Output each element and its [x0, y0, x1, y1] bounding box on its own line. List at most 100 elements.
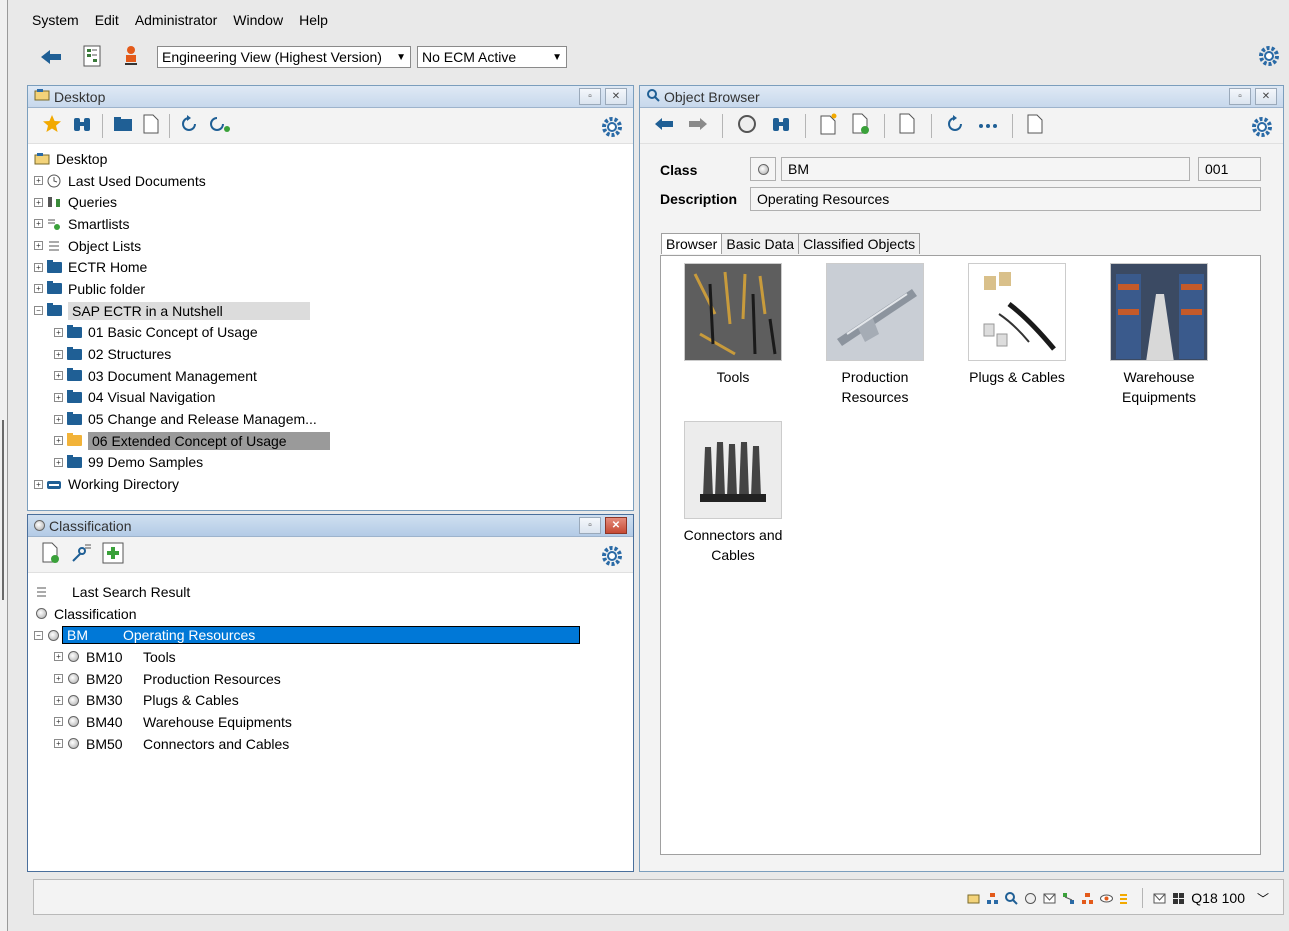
user-role-icon[interactable] — [122, 44, 140, 68]
expand-icon[interactable]: + — [54, 652, 63, 662]
expand-icon[interactable]: + — [34, 241, 43, 251]
expand-icon[interactable]: + — [54, 739, 63, 749]
class-child-item[interactable]: + BM20 Production Resources — [34, 668, 633, 690]
thumbnail-plugs-cables[interactable]: Plugs & Cables — [952, 263, 1082, 387]
settings-gear-icon[interactable] — [1257, 44, 1281, 68]
structure-icon[interactable] — [986, 892, 999, 905]
expand-icon[interactable]: + — [54, 371, 63, 381]
tree-item-last-used-documents[interactable]: + Last Used Documents — [34, 170, 633, 192]
thumbnail-warehouse-equipments[interactable]: Warehouse Equipments — [1094, 263, 1224, 407]
expand-icon[interactable]: + — [54, 717, 63, 727]
view-select[interactable]: Engineering View (Highest Version) ▼ — [157, 46, 411, 68]
refresh-icon[interactable] — [180, 115, 198, 136]
collapse-icon[interactable]: − — [34, 306, 43, 316]
binoculars-icon[interactable] — [771, 114, 791, 137]
panel-settings-gear-icon[interactable] — [601, 116, 623, 141]
forward-arrow-icon[interactable] — [688, 117, 708, 134]
network-icon[interactable] — [1062, 892, 1075, 905]
tree-item-public-folder[interactable]: + Public folder — [34, 278, 633, 300]
thumbnail-tools[interactable]: Tools — [668, 263, 798, 387]
expand-icon[interactable]: + — [34, 284, 43, 294]
expand-icon[interactable]: + — [54, 695, 63, 705]
mail-icon[interactable] — [1043, 892, 1056, 905]
add-document-icon[interactable] — [852, 113, 870, 138]
tree-item-queries[interactable]: + Queries — [34, 191, 633, 213]
more-options-icon[interactable] — [978, 118, 998, 134]
tree-item-working-directory[interactable]: + Working Directory — [34, 473, 633, 495]
menu-window[interactable]: Window — [231, 12, 285, 32]
favorite-star-icon[interactable] — [42, 114, 62, 137]
tree-item-ectr-home[interactable]: + ECTR Home — [34, 256, 633, 278]
back-arrow-icon[interactable] — [38, 46, 64, 68]
expand-icon[interactable]: + — [54, 436, 63, 446]
class-bm-item[interactable]: − BM Operating Resources — [34, 624, 633, 646]
tree-item-desktop[interactable]: Desktop — [34, 148, 633, 170]
panel-settings-gear-icon[interactable] — [1251, 116, 1273, 141]
description-field[interactable]: Operating Resources — [750, 187, 1261, 211]
copy-document-icon[interactable] — [899, 113, 917, 138]
expand-icon[interactable]: + — [34, 219, 43, 229]
expand-icon[interactable]: + — [54, 327, 63, 337]
tree-item-06-extended-concept[interactable]: + 06 Extended Concept of Usage — [34, 430, 633, 452]
menu-system[interactable]: System — [30, 12, 81, 32]
close-button[interactable]: ✕ — [605, 88, 627, 105]
last-search-result-item[interactable]: Last Search Result — [34, 581, 633, 603]
expand-icon[interactable]: + — [34, 479, 43, 489]
class-circle-icon[interactable] — [737, 114, 757, 137]
tree-item-99-demo-samples[interactable]: + 99 Demo Samples — [34, 452, 633, 474]
expand-icon[interactable]: + — [34, 176, 43, 186]
hierarchy-icon[interactable] — [1081, 892, 1094, 905]
restore-button[interactable]: ▫ — [579, 517, 601, 534]
add-node-icon[interactable] — [102, 542, 124, 567]
expand-icon[interactable]: + — [54, 392, 63, 402]
system-indicator[interactable]: Q18 100 — [1191, 890, 1245, 906]
expand-icon[interactable]: + — [34, 197, 43, 207]
expand-icon[interactable]: + — [54, 457, 63, 467]
new-document-icon[interactable] — [143, 114, 159, 137]
class-child-item[interactable]: + BM40 Warehouse Equipments — [34, 711, 633, 733]
tree-item-04-visual-navigation[interactable]: + 04 Visual Navigation — [34, 387, 633, 409]
grid-icon[interactable] — [1172, 892, 1185, 905]
tree-item-02-structures[interactable]: + 02 Structures — [34, 343, 633, 365]
chevron-down-icon[interactable]: ﹀ — [1257, 890, 1269, 907]
new-document-icon[interactable] — [820, 113, 838, 138]
refresh-icon[interactable] — [946, 115, 964, 136]
folder-icon[interactable] — [113, 116, 133, 135]
expand-icon[interactable]: + — [54, 674, 63, 684]
class-circle-icon[interactable] — [1024, 892, 1037, 905]
back-arrow-icon[interactable] — [654, 117, 674, 134]
binoculars-icon[interactable] — [72, 114, 92, 137]
restore-button[interactable]: ▫ — [1229, 88, 1251, 105]
viewer-eye-icon[interactable] — [1100, 892, 1114, 905]
tab-classified-objects[interactable]: Classified Objects — [798, 233, 921, 254]
tree-item-03-document-management[interactable]: + 03 Document Management — [34, 365, 633, 387]
tree-item-01-basic-concept[interactable]: + 01 Basic Concept of Usage — [34, 322, 633, 344]
class-number-field[interactable]: 001 — [1198, 157, 1261, 181]
tree-item-sap-ectr-in-a-nutshell[interactable]: − SAP ECTR in a Nutshell — [34, 300, 633, 322]
classification-root-item[interactable]: Classification — [34, 603, 633, 625]
tab-browser[interactable]: Browser — [661, 233, 723, 254]
ecm-select[interactable]: No ECM Active ▼ — [417, 46, 567, 68]
class-child-item[interactable]: + BM30 Plugs & Cables — [34, 689, 633, 711]
tree-item-object-lists[interactable]: + Object Lists — [34, 235, 633, 257]
expand-icon[interactable]: + — [34, 262, 43, 272]
tab-basic-data[interactable]: Basic Data — [721, 233, 800, 254]
expand-icon[interactable]: + — [54, 414, 63, 424]
new-class-document-icon[interactable] — [42, 542, 60, 567]
desktop-icon[interactable] — [967, 892, 980, 905]
restore-button[interactable]: ▫ — [579, 88, 601, 105]
refresh-all-icon[interactable] — [208, 115, 230, 136]
menu-administrator[interactable]: Administrator — [133, 12, 219, 32]
menu-help[interactable]: Help — [297, 12, 330, 32]
task-list-icon[interactable] — [1119, 892, 1132, 905]
menu-edit[interactable]: Edit — [93, 12, 121, 32]
structure-view-icon[interactable] — [82, 44, 102, 68]
mail-icon[interactable] — [1153, 892, 1166, 905]
search-icon[interactable] — [1005, 891, 1018, 905]
class-field[interactable]: BM — [781, 157, 1190, 181]
expand-icon[interactable]: + — [54, 349, 63, 359]
class-child-item[interactable]: + BM10 Tools — [34, 646, 633, 668]
tree-item-smartlists[interactable]: + Smartlists — [34, 213, 633, 235]
collapse-icon[interactable]: − — [34, 630, 43, 640]
search-list-icon[interactable] — [70, 542, 92, 567]
